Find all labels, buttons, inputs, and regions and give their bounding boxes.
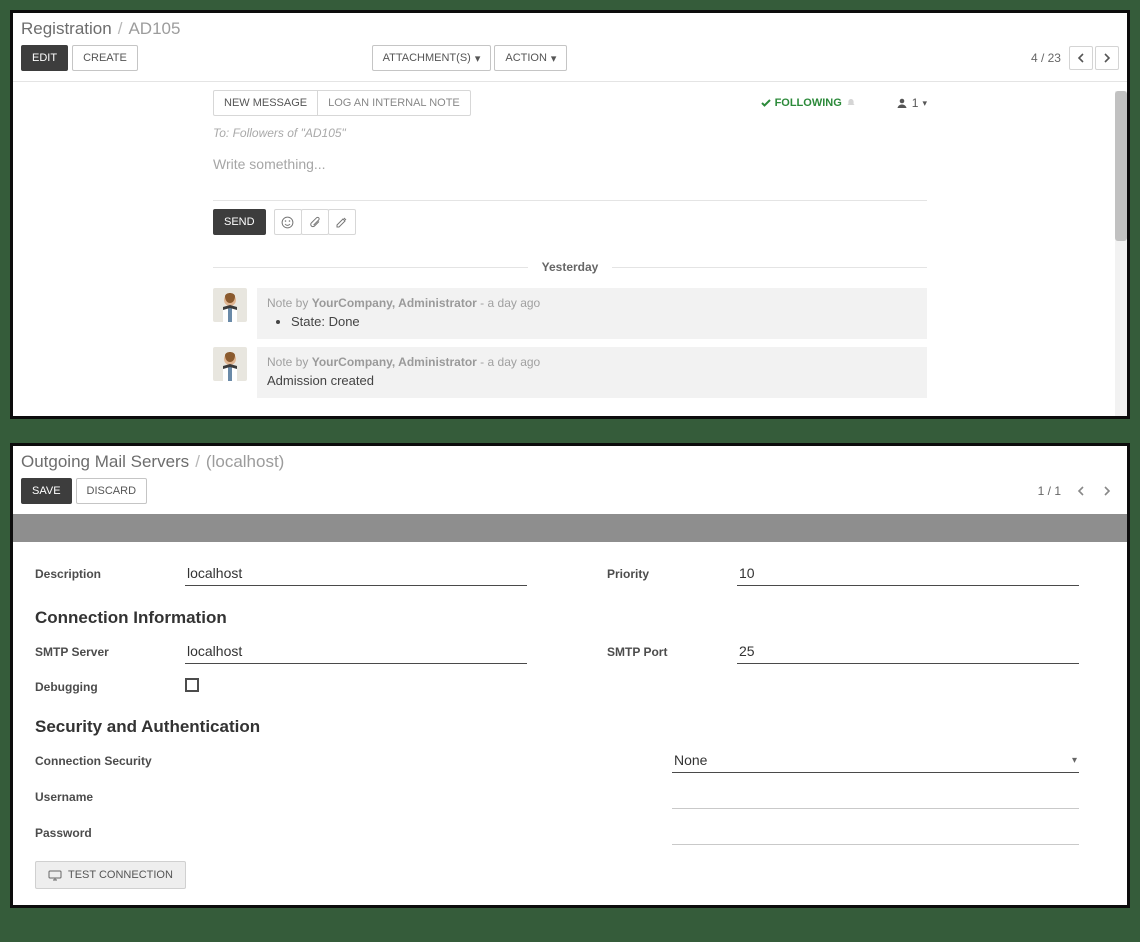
breadcrumb-current: AD105 xyxy=(128,19,180,39)
pager-prev-button[interactable] xyxy=(1069,46,1093,70)
scrollbar-thumb[interactable] xyxy=(1115,91,1127,241)
action-dropdown-button[interactable]: ACTION ▾ xyxy=(494,45,567,71)
priority-label: Priority xyxy=(607,567,727,581)
smtp-server-label: SMTP Server xyxy=(35,645,175,659)
username-input[interactable] xyxy=(672,785,1079,809)
breadcrumb-root[interactable]: Outgoing Mail Servers xyxy=(21,452,189,472)
test-connection-button[interactable]: TEST CONNECTION xyxy=(35,861,186,889)
avatar xyxy=(213,288,247,322)
discard-button[interactable]: DISCARD xyxy=(76,478,148,504)
breadcrumb-current: (localhost) xyxy=(206,452,284,472)
connection-security-value: None xyxy=(674,752,707,768)
emoji-button[interactable] xyxy=(274,209,302,235)
scrollbar[interactable] xyxy=(1115,91,1127,416)
message-body: State: Done xyxy=(267,314,917,329)
tab-log-note[interactable]: LOG AN INTERNAL NOTE xyxy=(317,91,470,115)
pager-range: 4 / 23 xyxy=(1031,51,1061,65)
date-divider: Yesterday xyxy=(213,259,927,274)
test-connection-label: TEST CONNECTION xyxy=(68,869,173,881)
monitor-icon xyxy=(48,870,62,881)
caret-down-icon: ▾ xyxy=(475,52,481,65)
smtp-port-label: SMTP Port xyxy=(607,645,727,659)
user-icon xyxy=(896,97,908,109)
bell-icon xyxy=(846,98,856,108)
chatter-tabs: NEW MESSAGE LOG AN INTERNAL NOTE xyxy=(213,90,471,116)
compose-icon xyxy=(335,216,348,229)
description-input[interactable] xyxy=(185,562,527,586)
followers-dropdown[interactable]: 1 ▾ xyxy=(896,96,927,110)
connection-security-select[interactable]: None ▾ xyxy=(672,749,1079,773)
password-label: Password xyxy=(35,826,175,840)
chevron-left-icon xyxy=(1077,486,1085,496)
attachments-button[interactable]: ATTACHMENT(S) ▾ xyxy=(372,45,492,71)
smiley-icon xyxy=(281,216,294,229)
mail-server-form: Description Priority Connection Informat… xyxy=(13,542,1127,905)
recipients-line: To: Followers of "AD105" xyxy=(213,126,927,140)
action-label: ACTION xyxy=(505,52,547,64)
pager: 4 / 23 xyxy=(1031,46,1119,70)
breadcrumb-separator: / xyxy=(118,19,123,39)
create-button[interactable]: CREATE xyxy=(72,45,138,71)
paperclip-icon xyxy=(308,216,321,229)
following-label: FOLLOWING xyxy=(775,97,842,109)
chatter: NEW MESSAGE LOG AN INTERNAL NOTE FOLLOWI… xyxy=(13,82,1127,398)
message-item: Note by YourCompany, Administrator - a d… xyxy=(213,347,927,398)
description-label: Description xyxy=(35,567,175,581)
pager-next-button[interactable] xyxy=(1095,46,1119,70)
attachments-label: ATTACHMENT(S) xyxy=(383,52,471,64)
breadcrumb-root[interactable]: Registration xyxy=(21,19,112,39)
chevron-right-icon xyxy=(1103,486,1111,496)
attach-button[interactable] xyxy=(301,209,329,235)
avatar xyxy=(213,347,247,381)
edit-button[interactable]: EDIT xyxy=(21,45,68,71)
date-divider-label: Yesterday xyxy=(528,260,613,274)
password-input[interactable] xyxy=(672,821,1079,845)
message-author: YourCompany, Administrator xyxy=(312,296,477,310)
pager-next-button[interactable] xyxy=(1095,479,1119,503)
breadcrumb: Registration / AD105 xyxy=(13,13,1127,39)
action-bar: SAVE DISCARD 1 / 1 xyxy=(13,472,1127,514)
breadcrumb: Outgoing Mail Servers / (localhost) xyxy=(13,446,1127,472)
message-item: Note by YourCompany, Administrator - a d… xyxy=(213,288,927,339)
pager-range: 1 / 1 xyxy=(1038,484,1061,498)
message-age: a day ago xyxy=(488,355,541,369)
message-header: Note by YourCompany, Administrator - a d… xyxy=(267,355,917,369)
caret-down-icon: ▾ xyxy=(551,52,557,65)
action-bar: EDIT CREATE ATTACHMENT(S) ▾ ACTION ▾ 4 /… xyxy=(13,39,1127,82)
caret-down-icon: ▾ xyxy=(922,98,927,109)
smtp-port-input[interactable] xyxy=(737,640,1079,664)
priority-input[interactable] xyxy=(737,562,1079,586)
chevron-left-icon xyxy=(1077,53,1085,63)
mail-server-panel: Outgoing Mail Servers / (localhost) SAVE… xyxy=(10,443,1130,908)
tab-new-message[interactable]: NEW MESSAGE xyxy=(214,91,317,115)
debugging-checkbox[interactable] xyxy=(185,678,199,692)
compose-input[interactable]: Write something... xyxy=(213,156,927,190)
message-header: Note by YourCompany, Administrator - a d… xyxy=(267,296,917,310)
registration-panel: Registration / AD105 EDIT CREATE ATTACHM… xyxy=(10,10,1130,419)
save-button[interactable]: SAVE xyxy=(21,478,72,504)
message-author: YourCompany, Administrator xyxy=(312,355,477,369)
caret-down-icon: ▾ xyxy=(1072,755,1077,766)
check-icon xyxy=(761,98,771,108)
pager: 1 / 1 xyxy=(1038,479,1119,503)
username-label: Username xyxy=(35,790,175,804)
debugging-label: Debugging xyxy=(35,680,175,694)
section-connection-info: Connection Information xyxy=(35,608,1079,628)
message-age: a day ago xyxy=(488,296,541,310)
form-header-band xyxy=(13,514,1127,542)
smtp-server-input[interactable] xyxy=(185,640,527,664)
breadcrumb-separator: / xyxy=(195,452,200,472)
send-button[interactable]: SEND xyxy=(213,209,266,235)
followers-count: 1 xyxy=(912,96,919,110)
chevron-right-icon xyxy=(1103,53,1111,63)
following-indicator[interactable]: FOLLOWING xyxy=(761,97,856,109)
pager-prev-button[interactable] xyxy=(1069,479,1093,503)
message-body: Admission created xyxy=(267,373,917,388)
expand-composer-button[interactable] xyxy=(328,209,356,235)
connection-security-label: Connection Security xyxy=(35,754,175,768)
section-security-auth: Security and Authentication xyxy=(35,717,1079,737)
